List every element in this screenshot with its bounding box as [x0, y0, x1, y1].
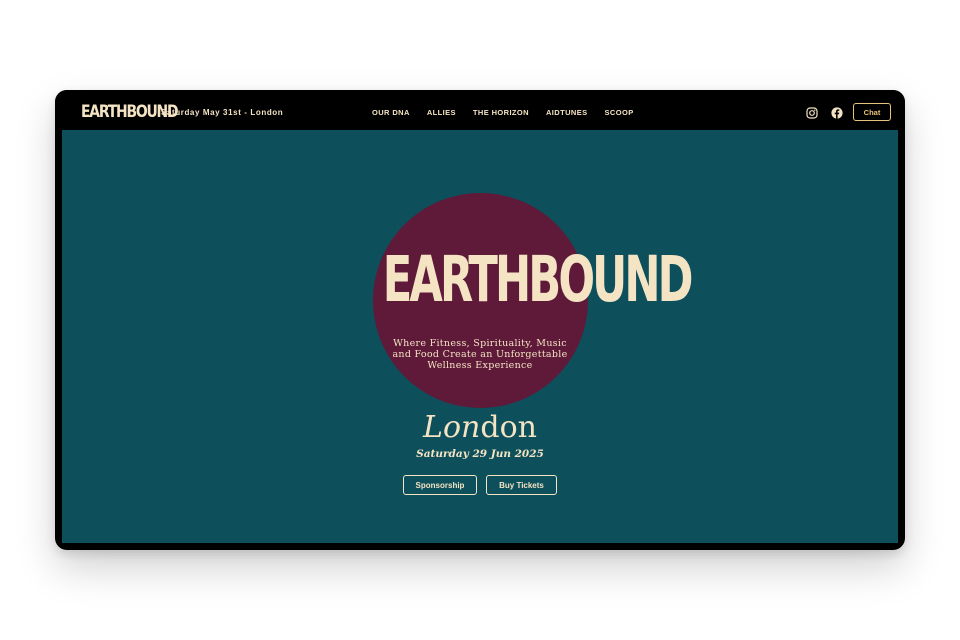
top-navigation-bar: EARTHBOUND Saturday May 31st - London OU… — [55, 90, 905, 132]
nav-item-scoop[interactable]: SCOOP — [605, 108, 634, 117]
hero-title-wrapper: EARTHBOUND — [345, 242, 694, 316]
hero-tagline: Where Fitness, Spirituality, Music and F… — [360, 338, 600, 371]
chat-button[interactable]: Chat — [853, 103, 891, 121]
nav-item-allies[interactable]: ALLIES — [427, 108, 456, 117]
city-regular-part: don — [480, 410, 537, 445]
event-city: London — [330, 411, 630, 445]
tagline-line: Wellness Experience — [427, 360, 533, 371]
facebook-icon[interactable] — [831, 106, 843, 119]
hero-title: EARTHBOUND — [382, 243, 694, 317]
header-event-date: Saturday May 31st - London — [161, 108, 284, 117]
buy-tickets-button[interactable]: Buy Tickets — [486, 475, 557, 495]
instagram-icon[interactable] — [806, 106, 818, 119]
sponsorship-button[interactable]: Sponsorship — [403, 475, 477, 495]
nav-item-the-horizon[interactable]: THE HORIZON — [473, 108, 529, 117]
tagline-line: Where Fitness, Spirituality, Music — [393, 338, 567, 349]
event-date: Saturday 29 Jun 2025 — [416, 448, 544, 460]
hero-section: EARTHBOUND Where Fitness, Spirituality, … — [62, 130, 898, 543]
main-nav: OUR DNA ALLIES THE HORIZON AIDTUNES SCOO… — [372, 108, 634, 117]
nav-item-our-dna[interactable]: OUR DNA — [372, 108, 410, 117]
city-italic-part: Lon — [423, 410, 481, 445]
tagline-line: and Food Create an Unforgettable — [392, 349, 568, 360]
browser-frame: EARTHBOUND Saturday May 31st - London OU… — [55, 90, 905, 550]
nav-item-aidtunes[interactable]: AIDTUNES — [546, 108, 588, 117]
